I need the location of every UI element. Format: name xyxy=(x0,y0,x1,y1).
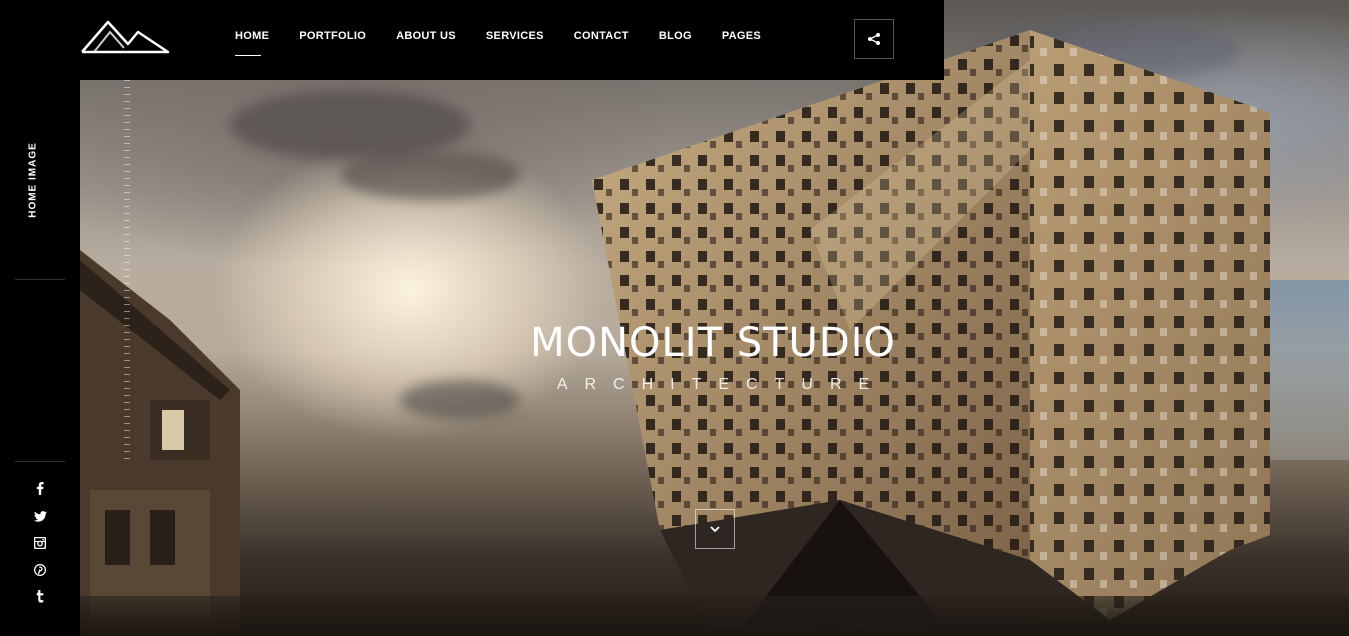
nav-pages[interactable]: PAGES xyxy=(722,30,761,42)
share-button[interactable] xyxy=(854,19,894,59)
hero-title: MONOLIT STUDIO xyxy=(530,320,896,366)
section-label: HOME IMAGE xyxy=(27,142,39,218)
nav-blog[interactable]: BLOG xyxy=(659,30,692,42)
hero-subtitle: ARCHITECTURE xyxy=(556,376,887,393)
scroll-down-button[interactable] xyxy=(695,509,735,549)
nav-contact[interactable]: CONTACT xyxy=(574,30,629,42)
divider xyxy=(15,279,65,280)
nav-portfolio[interactable]: PORTFOLIO xyxy=(299,30,366,42)
left-building-image xyxy=(80,250,240,636)
main-menu: HOME PORTFOLIO ABOUT US SERVICES CONTACT… xyxy=(235,30,791,56)
scroll-ruler xyxy=(124,80,130,460)
left-sidebar: HOME IMAGE xyxy=(0,0,80,636)
social-links xyxy=(0,478,80,613)
share-icon xyxy=(868,33,880,45)
pinterest-icon[interactable] xyxy=(0,559,80,586)
twitter-icon[interactable] xyxy=(0,505,80,532)
facebook-icon[interactable] xyxy=(0,478,80,505)
top-navigation-bar: HOME PORTFOLIO ABOUT US SERVICES CONTACT… xyxy=(0,0,944,80)
logo[interactable] xyxy=(80,18,172,56)
nav-about-us[interactable]: ABOUT US xyxy=(396,30,456,42)
divider xyxy=(15,461,65,462)
nav-home[interactable]: HOME xyxy=(235,30,269,56)
nav-services[interactable]: SERVICES xyxy=(486,30,544,42)
tumblr-icon[interactable] xyxy=(0,586,80,613)
instagram-icon[interactable] xyxy=(0,532,80,559)
chevron-down-icon xyxy=(710,525,720,532)
